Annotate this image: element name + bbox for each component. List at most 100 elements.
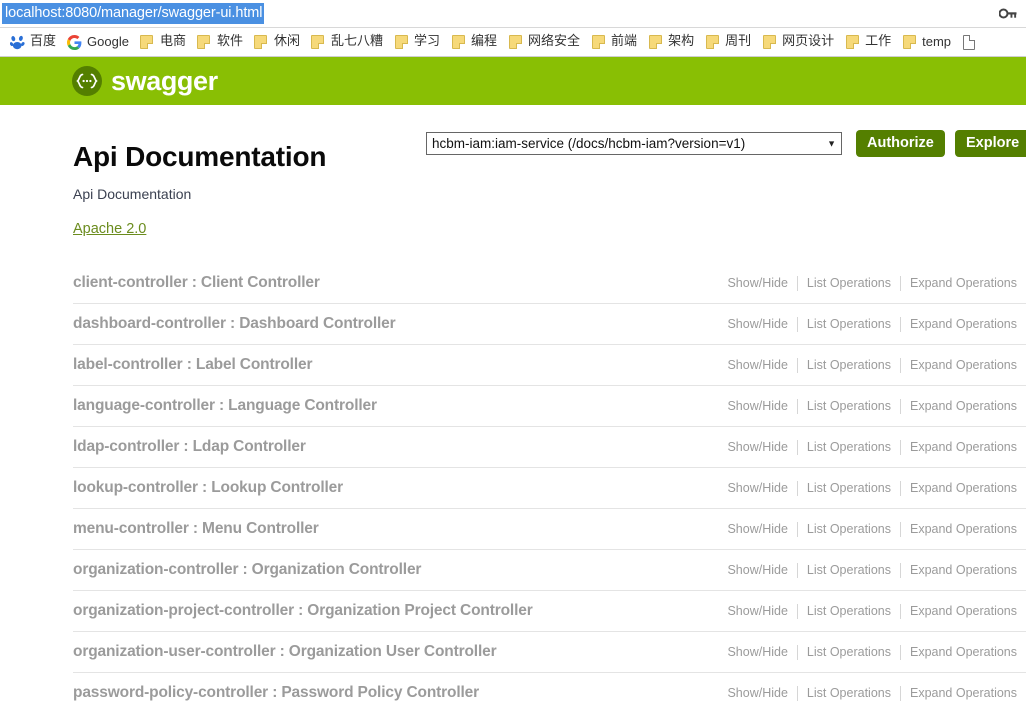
resource-row: client-controller : Client Controller Sh… <box>73 263 1026 304</box>
resource-link[interactable]: organization-controller : Organization C… <box>73 561 421 579</box>
main-content: Api Documentation Api Documentation Apac… <box>0 141 1026 704</box>
resource-link[interactable]: password-policy-controller : Password Po… <box>73 684 479 702</box>
bookmark-label: 电商 <box>159 34 186 49</box>
list-operations-link[interactable]: List Operations <box>798 563 900 577</box>
bookmark-item[interactable]: 工作 <box>839 30 896 54</box>
list-operations-link[interactable]: List Operations <box>798 686 900 700</box>
resource-row: language-controller : Language Controlle… <box>73 386 1026 427</box>
folder-icon <box>393 34 409 50</box>
show-hide-link[interactable]: Show/Hide <box>718 440 796 454</box>
list-operations-link[interactable]: List Operations <box>798 481 900 495</box>
list-operations-link[interactable]: List Operations <box>798 317 900 331</box>
bookmark-label: 乱七八糟 <box>330 34 383 49</box>
show-hide-link[interactable]: Show/Hide <box>718 604 796 618</box>
expand-operations-link[interactable]: Expand Operations <box>901 440 1026 454</box>
list-operations-link[interactable]: List Operations <box>798 604 900 618</box>
folder-icon <box>704 34 720 50</box>
bookmark-item[interactable]: 软件 <box>191 30 248 54</box>
resource-link[interactable]: label-controller : Label Controller <box>73 356 312 374</box>
expand-operations-link[interactable]: Expand Operations <box>901 358 1026 372</box>
resource-operations: Show/Hide List Operations Expand Operati… <box>718 562 1026 578</box>
expand-operations-link[interactable]: Expand Operations <box>901 317 1026 331</box>
bookmark-item[interactable]: 编程 <box>445 30 502 54</box>
bookmark-label: 休闲 <box>273 34 300 49</box>
bookmark-item[interactable]: Google <box>61 30 134 54</box>
list-operations-link[interactable]: List Operations <box>798 399 900 413</box>
resource-link[interactable]: organization-user-controller : Organizat… <box>73 643 497 661</box>
list-operations-link[interactable]: List Operations <box>798 522 900 536</box>
bookmark-item[interactable]: 电商 <box>134 30 191 54</box>
bookmark-item[interactable]: 百度 <box>4 30 61 54</box>
bookmarks-overflow-button[interactable] <box>956 30 987 54</box>
bookmark-label: temp <box>922 34 952 49</box>
resource-row: organization-project-controller : Organi… <box>73 591 1026 632</box>
bookmark-item[interactable]: 周刊 <box>699 30 756 54</box>
bookmarks-bar: 百度 Google 电商 软件 休闲 乱七八糟 学习 编程 网络安全 前端 架构… <box>0 28 1026 57</box>
bookmark-label: 前端 <box>611 34 638 49</box>
resource-row: ldap-controller : Ldap Controller Show/H… <box>73 427 1026 468</box>
bookmark-label: 网络安全 <box>528 34 581 49</box>
resource-row: lookup-controller : Lookup Controller Sh… <box>73 468 1026 509</box>
expand-operations-link[interactable]: Expand Operations <box>901 645 1026 659</box>
list-operations-link[interactable]: List Operations <box>798 358 900 372</box>
resource-link[interactable]: ldap-controller : Ldap Controller <box>73 438 306 456</box>
expand-operations-link[interactable]: Expand Operations <box>901 481 1026 495</box>
page-title: Api Documentation <box>73 141 327 172</box>
list-operations-link[interactable]: List Operations <box>798 276 900 290</box>
key-icon[interactable] <box>998 6 1018 22</box>
bookmark-item[interactable]: 乱七八糟 <box>305 30 388 54</box>
resource-operations: Show/Hide List Operations Expand Operati… <box>718 439 1026 455</box>
show-hide-link[interactable]: Show/Hide <box>718 522 796 536</box>
resource-link[interactable]: client-controller : Client Controller <box>73 274 320 292</box>
bookmark-label: 网页设计 <box>782 34 835 49</box>
show-hide-link[interactable]: Show/Hide <box>718 358 796 372</box>
bookmark-item[interactable]: 网页设计 <box>756 30 839 54</box>
show-hide-link[interactable]: Show/Hide <box>718 686 796 700</box>
expand-operations-link[interactable]: Expand Operations <box>901 276 1026 290</box>
show-hide-link[interactable]: Show/Hide <box>718 563 796 577</box>
resource-operations: Show/Hide List Operations Expand Operati… <box>718 521 1026 537</box>
bookmark-item[interactable]: temp <box>896 30 956 54</box>
bookmark-label: Google <box>87 34 129 49</box>
expand-operations-link[interactable]: Expand Operations <box>901 604 1026 618</box>
resource-operations: Show/Hide List Operations Expand Operati… <box>718 275 1026 291</box>
list-operations-link[interactable]: List Operations <box>798 440 900 454</box>
swagger-wordmark: swagger <box>111 65 218 96</box>
expand-operations-link[interactable]: Expand Operations <box>901 563 1026 577</box>
bookmark-label: 工作 <box>865 34 892 49</box>
resource-operations: Show/Hide List Operations Expand Operati… <box>718 685 1026 701</box>
bookmark-item[interactable]: 网络安全 <box>502 30 585 54</box>
resource-operations: Show/Hide List Operations Expand Operati… <box>718 603 1026 619</box>
resource-operations: Show/Hide List Operations Expand Operati… <box>718 644 1026 660</box>
resource-link[interactable]: menu-controller : Menu Controller <box>73 520 319 538</box>
bookmark-item[interactable]: 学习 <box>388 30 445 54</box>
folder-icon <box>844 34 860 50</box>
bookmark-label: 架构 <box>668 34 695 49</box>
swagger-header: swagger hcbm-iam:iam-service (/docs/hcbm… <box>0 57 1026 157</box>
show-hide-link[interactable]: Show/Hide <box>718 399 796 413</box>
resource-link[interactable]: dashboard-controller : Dashboard Control… <box>73 315 396 333</box>
baidu-icon <box>9 34 25 50</box>
folder-icon <box>761 34 777 50</box>
resource-operations: Show/Hide List Operations Expand Operati… <box>718 480 1026 496</box>
expand-operations-link[interactable]: Expand Operations <box>901 686 1026 700</box>
expand-operations-link[interactable]: Expand Operations <box>901 522 1026 536</box>
bookmark-item[interactable]: 前端 <box>585 30 642 54</box>
swagger-logo[interactable]: swagger <box>72 66 218 97</box>
url-input[interactable]: localhost:8080/manager/swagger-ui.html <box>2 3 265 24</box>
resource-link[interactable]: lookup-controller : Lookup Controller <box>73 479 343 497</box>
resource-list: client-controller : Client Controller Sh… <box>73 263 1026 704</box>
show-hide-link[interactable]: Show/Hide <box>718 317 796 331</box>
resource-link[interactable]: organization-project-controller : Organi… <box>73 602 533 620</box>
show-hide-link[interactable]: Show/Hide <box>718 481 796 495</box>
license-link[interactable]: Apache 2.0 <box>73 221 146 237</box>
resource-link[interactable]: language-controller : Language Controlle… <box>73 397 377 415</box>
google-icon <box>66 34 82 50</box>
show-hide-link[interactable]: Show/Hide <box>718 645 796 659</box>
bookmark-item[interactable]: 休闲 <box>248 30 305 54</box>
bookmark-item[interactable]: 架构 <box>642 30 699 54</box>
resource-row: password-policy-controller : Password Po… <box>73 673 1026 704</box>
list-operations-link[interactable]: List Operations <box>798 645 900 659</box>
show-hide-link[interactable]: Show/Hide <box>718 276 796 290</box>
expand-operations-link[interactable]: Expand Operations <box>901 399 1026 413</box>
